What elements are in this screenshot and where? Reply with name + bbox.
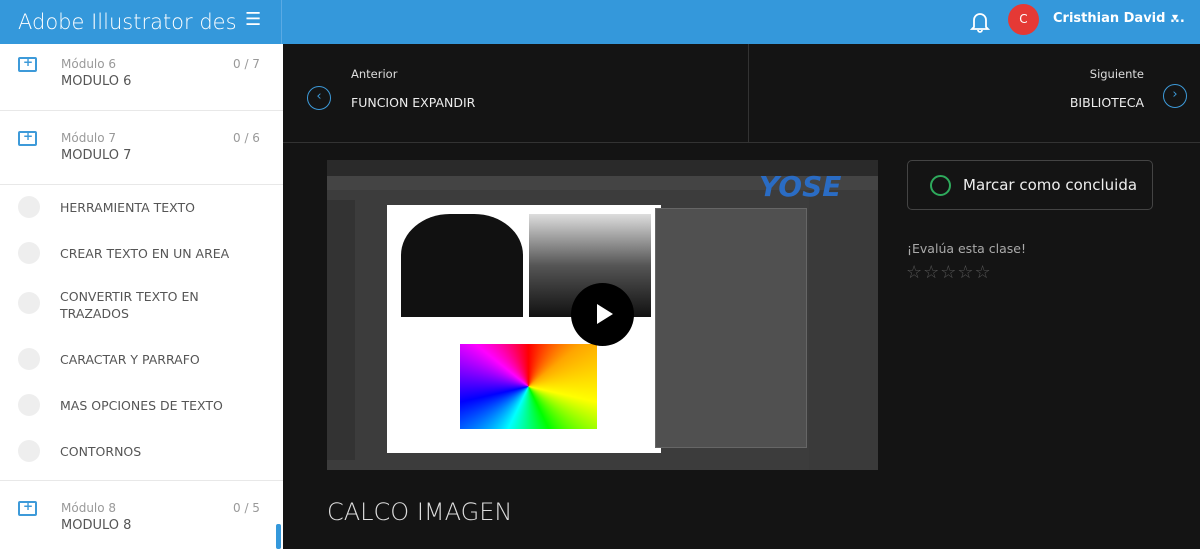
- folder-plus-icon: [18, 55, 37, 72]
- bell-icon[interactable]: [970, 11, 990, 33]
- module-count: 0 / 6: [233, 131, 260, 145]
- lesson-item[interactable]: CARACTAR Y PARRAFO: [0, 337, 283, 383]
- scrollbar[interactable]: [276, 524, 281, 549]
- sidebar: Módulo 6 MODULO 6 0 / 7 Módulo 7 MODULO …: [0, 44, 283, 549]
- status-dot: [18, 292, 40, 314]
- lesson-title: MAS OPCIONES DE TEXTO: [60, 398, 223, 413]
- module-name: MODULO 7: [61, 148, 132, 163]
- module-count: 0 / 7: [233, 57, 260, 71]
- divider: [748, 44, 749, 143]
- lesson-item[interactable]: MAS OPCIONES DE TEXTO: [0, 383, 283, 429]
- folder-plus-icon: [18, 129, 37, 146]
- watermark-logo: YOSE: [759, 170, 842, 203]
- top-bar: Adobe Illustrator desde ☰ C Cristhian Da…: [0, 0, 1200, 44]
- lesson-item[interactable]: CONVERTIR TEXTO EN TRAZADOS: [0, 277, 283, 337]
- module-sub: Módulo 7: [61, 131, 117, 145]
- lesson-nav: ‹ Anterior FUNCION EXPANDIR Siguiente BI…: [283, 44, 1200, 143]
- module-name: MODULO 6: [61, 74, 132, 89]
- circle-icon: [930, 175, 951, 196]
- lesson-item[interactable]: CONTORNOS: [0, 429, 283, 481]
- star-rating[interactable]: ☆☆☆☆☆: [906, 262, 992, 283]
- folder-plus-icon: [18, 499, 37, 516]
- lesson-title: CONVERTIR TEXTO EN TRAZADOS: [60, 289, 199, 321]
- video-thumb-image: [460, 344, 597, 429]
- chevron-down-icon[interactable]: ▾: [1172, 10, 1178, 24]
- video-thumb-image: [401, 214, 523, 317]
- status-dot: [18, 440, 40, 462]
- mark-complete-label: Marcar como concluida: [963, 176, 1138, 194]
- lesson-item[interactable]: HERRAMIENTA TEXTO: [0, 185, 283, 231]
- module-sub: Módulo 6: [61, 57, 117, 71]
- prev-lesson-link[interactable]: FUNCION EXPANDIR: [351, 95, 475, 110]
- video-thumb-panel: [655, 208, 807, 448]
- status-dot: [18, 394, 40, 416]
- lesson-title: CONTORNOS: [60, 444, 142, 459]
- lesson-title: CARACTAR Y PARRAFO: [60, 352, 200, 367]
- course-title: Adobe Illustrator desde: [0, 0, 282, 44]
- next-lesson-link[interactable]: BIBLIOTECA: [1070, 95, 1144, 110]
- module-item[interactable]: Módulo 8 MODULO 8 0 / 5: [0, 481, 283, 549]
- prev-icon[interactable]: ‹: [307, 86, 331, 110]
- module-sub: Módulo 8: [61, 501, 117, 515]
- lesson-title: HERRAMIENTA TEXTO: [60, 200, 195, 215]
- play-icon[interactable]: [571, 283, 634, 346]
- status-dot: [18, 348, 40, 370]
- module-item[interactable]: Módulo 6 MODULO 6 0 / 7: [0, 44, 283, 111]
- mark-complete-button[interactable]: Marcar como concluida: [907, 160, 1153, 210]
- user-name[interactable]: Cristhian David ...: [1053, 11, 1185, 26]
- module-count: 0 / 5: [233, 501, 260, 515]
- rate-prompt: ¡Evalúa esta clase!: [907, 241, 1026, 256]
- next-icon[interactable]: ›: [1163, 84, 1187, 108]
- module-name: MODULO 8: [61, 518, 132, 533]
- video-thumb-tools: [327, 200, 355, 460]
- next-label: Siguiente: [1089, 67, 1144, 81]
- video-thumb-panel: [809, 190, 878, 470]
- menu-icon[interactable]: ☰: [245, 9, 261, 30]
- status-dot: [18, 242, 40, 264]
- module-item[interactable]: Módulo 7 MODULO 7 0 / 6: [0, 111, 283, 185]
- lesson-item[interactable]: CREAR TEXTO EN UN AREA: [0, 231, 283, 277]
- status-dot: [18, 196, 40, 218]
- video-player[interactable]: YOSE: [327, 160, 878, 470]
- avatar[interactable]: C: [1008, 4, 1039, 35]
- lesson-heading: CALCO IMAGEN: [327, 498, 513, 526]
- prev-label: Anterior: [351, 67, 398, 81]
- lesson-title: CREAR TEXTO EN UN AREA: [60, 246, 230, 261]
